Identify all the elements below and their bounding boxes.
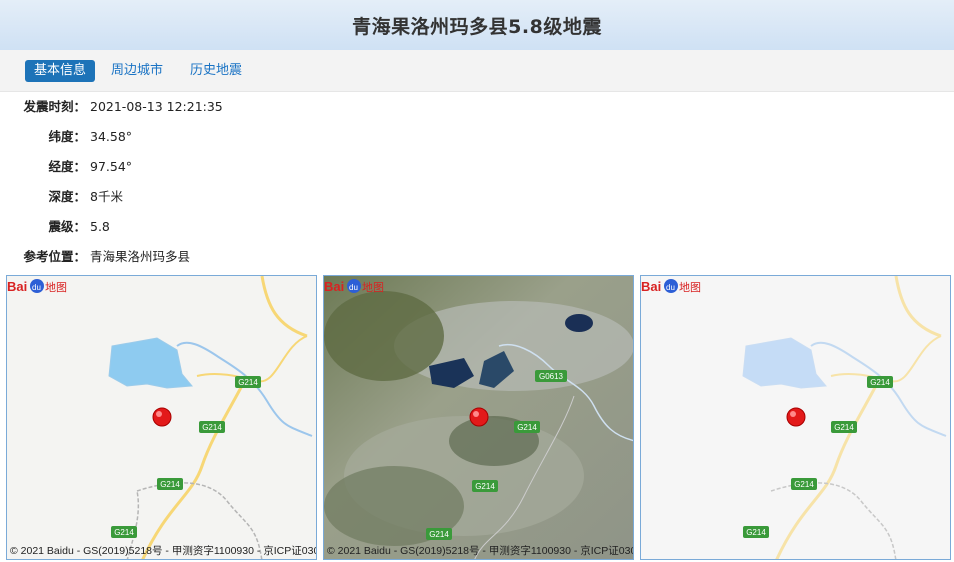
- title-bar: 青海果洛州玛多县5.8级地震: [0, 0, 954, 50]
- svg-text:du: du: [349, 283, 358, 292]
- info-value: 2021-08-13 12:21:35: [90, 99, 223, 114]
- map-copyright: © 2021 Baidu - GS(2019)5218号 - 甲测资字11009…: [10, 545, 316, 557]
- road-label: G214: [794, 480, 814, 489]
- map-canvas[interactable]: G214 G214 G214 G214: [7, 276, 317, 560]
- svg-text:地图: 地图: [679, 281, 701, 294]
- map-satellite[interactable]: G0613 G214 G214 G214 Bai du 地图 © 2021 Ba…: [323, 275, 634, 560]
- map-standard[interactable]: G214 G214 G214 G214 Bai du 地图 © 2021 Bai…: [6, 275, 317, 560]
- baidu-logo: Bai du 地图: [641, 279, 701, 294]
- baidu-logo: Bai du 地图: [7, 279, 67, 294]
- road-label: G214: [238, 378, 258, 387]
- info-label: 发震时刻：: [23, 99, 86, 114]
- tab-nearby-cities[interactable]: 周边城市: [111, 60, 163, 82]
- svg-text:du: du: [32, 283, 41, 292]
- baidu-logo: Bai du 地图: [324, 279, 384, 294]
- info-label: 深度：: [48, 189, 86, 204]
- info-label: 经度：: [48, 159, 86, 174]
- svg-text:地图: 地图: [362, 281, 384, 294]
- info-value: 34.58°: [90, 129, 133, 144]
- road-label: G214: [746, 528, 766, 537]
- svg-text:Bai: Bai: [7, 279, 27, 294]
- info-row-longitude: 经度： 97.54°: [0, 152, 600, 182]
- road-label: G214: [475, 482, 495, 491]
- tab-historical-quakes[interactable]: 历史地震: [190, 60, 242, 82]
- map-canvas[interactable]: G0613 G214 G214 G214: [324, 276, 634, 560]
- svg-text:Bai: Bai: [641, 279, 661, 294]
- road-label: G0613: [539, 372, 564, 381]
- epicenter-marker: [152, 407, 172, 427]
- info-row-location: 参考位置： 青海果洛州玛多县: [0, 242, 600, 272]
- info-row-depth: 深度： 8千米: [0, 182, 600, 212]
- road-label: G214: [429, 530, 449, 539]
- info-label: 纬度：: [48, 129, 86, 144]
- epicenter-marker: [469, 407, 489, 427]
- road-label: G214: [160, 480, 180, 489]
- info-value: 5.8: [90, 219, 110, 234]
- info-label: 参考位置：: [23, 249, 86, 264]
- tab-basic-info[interactable]: 基本信息: [25, 60, 96, 82]
- road-label: G214: [870, 378, 890, 387]
- info-value: 97.54°: [90, 159, 133, 174]
- info-row-latitude: 纬度： 34.58°: [0, 122, 600, 152]
- svg-text:地图: 地图: [45, 281, 67, 294]
- tab-bar: 基本信息 周边城市 历史地震: [0, 50, 954, 92]
- page-title: 青海果洛州玛多县5.8级地震: [352, 15, 602, 38]
- road-label: G214: [202, 423, 222, 432]
- info-value: 青海果洛州玛多县: [90, 249, 191, 264]
- svg-text:du: du: [666, 283, 675, 292]
- info-row-time: 发震时刻： 2021-08-13 12:21:35: [0, 92, 600, 122]
- epicenter-marker: [786, 407, 806, 427]
- road-label: G214: [114, 528, 134, 537]
- info-label: 震级：: [48, 219, 86, 234]
- info-row-magnitude: 震级： 5.8: [0, 212, 600, 242]
- map-light[interactable]: G214 G214 G214 G214 Bai du 地图: [640, 275, 951, 560]
- map-canvas[interactable]: G214 G214 G214 G214: [641, 276, 951, 560]
- road-label: G214: [834, 423, 854, 432]
- map-copyright: © 2021 Baidu - GS(2019)5218号 - 甲测资字11009…: [327, 545, 633, 557]
- info-value: 8千米: [90, 189, 123, 204]
- svg-text:Bai: Bai: [324, 279, 344, 294]
- road-label: G214: [517, 423, 537, 432]
